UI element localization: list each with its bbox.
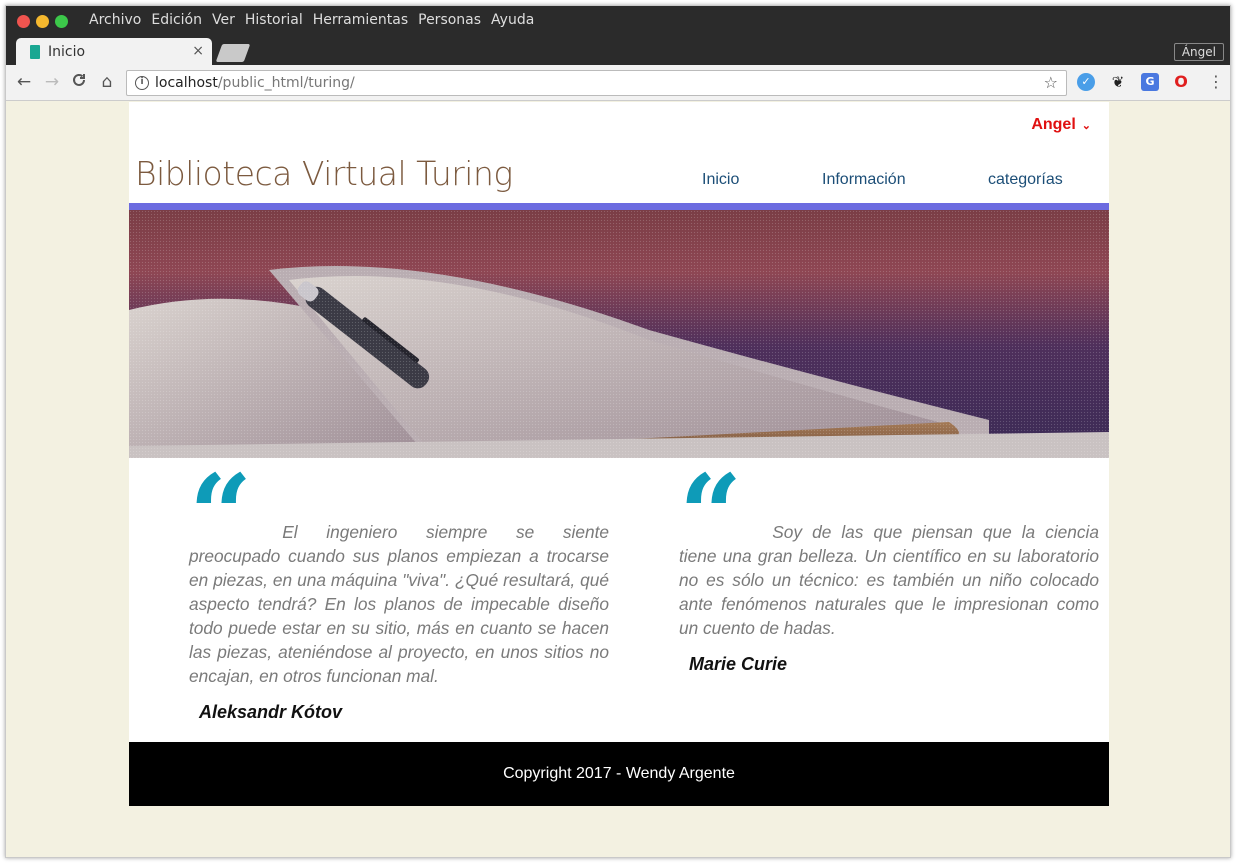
tab-inicio[interactable]: Inicio ×: [16, 38, 212, 65]
hero-texture: [129, 210, 1109, 458]
accent-bar: [129, 203, 1109, 210]
title-bar: Archivo Edición Ver Historial Herramient…: [6, 6, 1230, 38]
user-name: Angel: [1031, 116, 1076, 133]
translate-icon[interactable]: G: [1141, 73, 1159, 91]
menu-herramientas[interactable]: Herramientas: [313, 12, 408, 28]
menu-bar: Archivo Edición Ver Historial Herramient…: [89, 12, 534, 28]
reload-icon[interactable]: [69, 72, 89, 93]
nav-informacion[interactable]: Información: [822, 171, 906, 189]
book-icon: [30, 44, 40, 59]
quote-mark-icon: “: [679, 450, 743, 579]
close-tab-icon[interactable]: ×: [192, 43, 204, 59]
browser-window: Archivo Edición Ver Historial Herramient…: [5, 5, 1231, 858]
user-menu[interactable]: Angel ⌄: [1031, 116, 1091, 134]
extension-icon-blue[interactable]: ✓: [1077, 73, 1095, 91]
site-title: Biblioteca Virtual Turing: [135, 154, 513, 193]
menu-edicion[interactable]: Edición: [151, 12, 202, 28]
back-arrow-icon[interactable]: ←: [14, 72, 34, 92]
menu-historial[interactable]: Historial: [245, 12, 303, 28]
extension-icon-ghost[interactable]: ❦: [1109, 73, 1127, 91]
url-host: localhost: [155, 75, 218, 91]
maximize-window-button[interactable]: [55, 15, 68, 28]
quote-author: Marie Curie: [689, 654, 788, 674]
close-window-button[interactable]: [17, 15, 30, 28]
address-bar[interactable]: i localhost/public_html/turing/ ☆: [126, 70, 1067, 96]
menu-personas[interactable]: Personas: [418, 12, 481, 28]
browser-toolbar: ← → ⌂ i localhost/public_html/turing/ ☆ …: [6, 65, 1230, 101]
copyright-text: Copyright 2017 - Wendy Argente: [503, 765, 735, 782]
menu-ver[interactable]: Ver: [212, 12, 235, 28]
tab-strip: Inicio × Ángel: [6, 36, 1230, 65]
new-tab-button[interactable]: [215, 44, 251, 62]
url-path: /public_html/turing/: [217, 75, 355, 91]
footer: Copyright 2017 - Wendy Argente: [129, 742, 1109, 806]
profile-button[interactable]: Ángel: [1173, 43, 1224, 61]
bookmark-star-icon[interactable]: ☆: [1044, 73, 1058, 92]
quote-mark-icon: “: [189, 450, 253, 579]
info-icon[interactable]: i: [135, 76, 149, 90]
nav-inicio[interactable]: Inicio: [702, 171, 739, 189]
quote-block: “ Soy de las que piensan que la ciencia …: [679, 450, 1099, 675]
hero-image: [129, 210, 1109, 458]
menu-ayuda[interactable]: Ayuda: [491, 12, 534, 28]
web-page: Angel ⌄ Biblioteca Virtual Turing Inicio …: [129, 102, 1109, 806]
opera-icon[interactable]: O: [1172, 73, 1190, 91]
quote-author: Aleksandr Kótov: [199, 702, 343, 722]
tab-title: Inicio: [48, 43, 86, 60]
menu-archivo[interactable]: Archivo: [89, 12, 141, 28]
chevron-down-icon: ⌄: [1081, 120, 1091, 132]
home-icon[interactable]: ⌂: [97, 72, 117, 92]
quote-block: “ El ingeniero siempre se siente preocup…: [189, 450, 609, 723]
forward-arrow-icon[interactable]: →: [42, 72, 62, 92]
nav-categorias[interactable]: categorías: [988, 171, 1063, 189]
minimize-window-button[interactable]: [36, 15, 49, 28]
browser-menu-icon[interactable]: ⋮: [1208, 72, 1224, 91]
